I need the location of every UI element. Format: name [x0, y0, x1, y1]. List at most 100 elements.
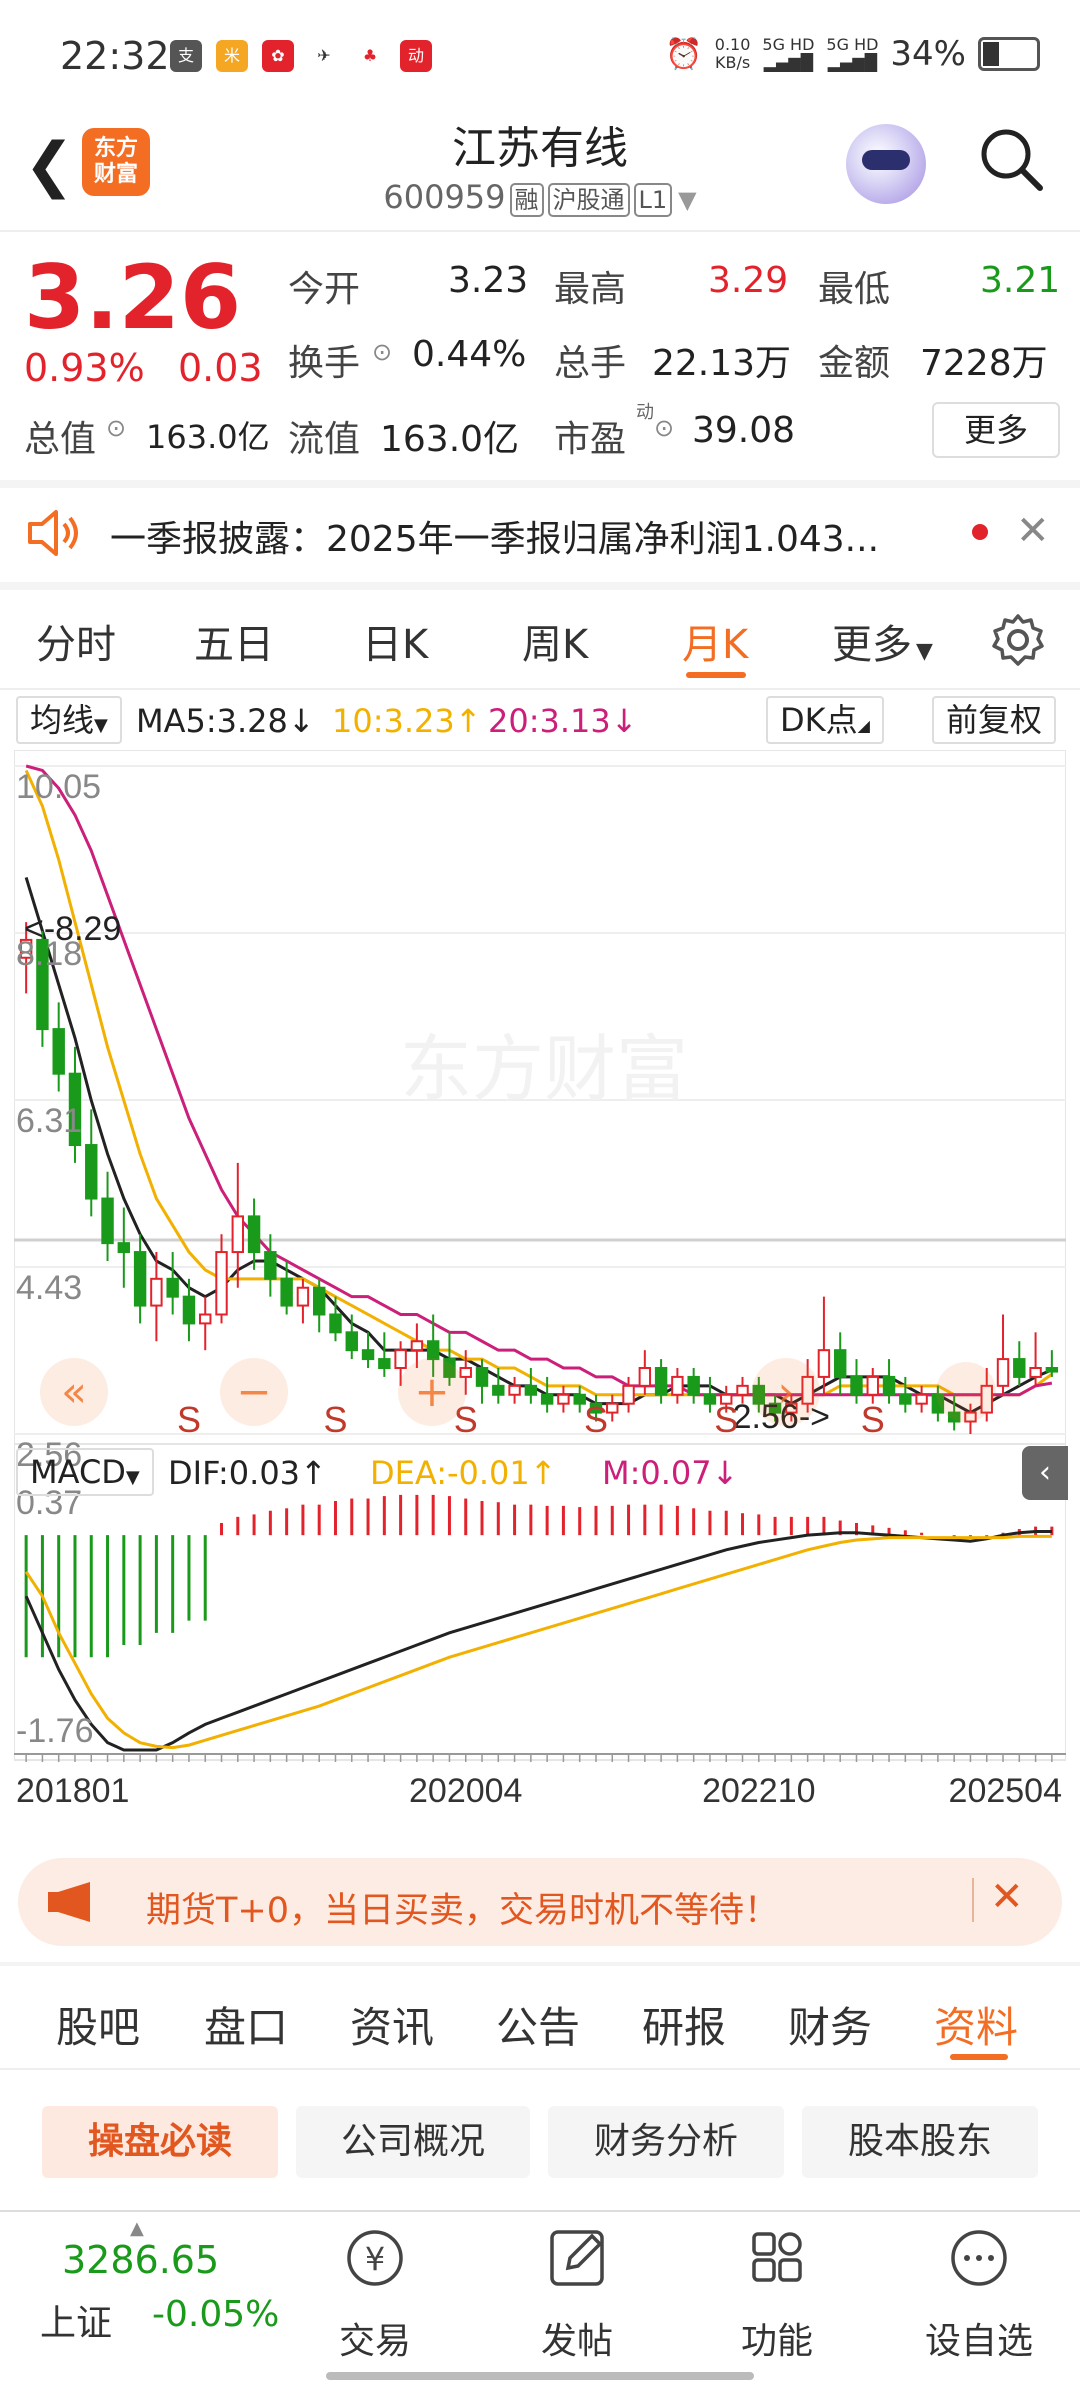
- more-button[interactable]: 更多: [932, 402, 1060, 458]
- macd-tick-label: -1.76: [16, 1712, 94, 1750]
- tab-weekly-k[interactable]: 周K: [522, 612, 588, 670]
- collapse-arrow-button[interactable]: ‹: [1022, 1446, 1068, 1500]
- candle-body: [296, 1286, 310, 1307]
- price-adjust-button[interactable]: 前复权: [932, 696, 1057, 744]
- signal-icon: 5G HD ▂▄▆█: [762, 35, 815, 72]
- info-icon[interactable]: ⊙: [654, 414, 674, 442]
- info-icon[interactable]: ⊙: [372, 338, 392, 366]
- net-speed: 0.10 KB/s: [714, 35, 751, 72]
- tab-intraday[interactable]: 分时: [36, 612, 116, 670]
- close-icon[interactable]: ✕: [990, 1874, 1024, 1920]
- tab-research[interactable]: 研报: [642, 1994, 726, 2055]
- tab-finance[interactable]: 财务: [788, 1994, 872, 2055]
- chevron-down-icon: ▼: [678, 186, 697, 214]
- time-tick-label: 202004: [409, 1772, 522, 1810]
- float-value: 163.0亿: [380, 419, 520, 460]
- nav-add-watchlist[interactable]: 设自选: [914, 2312, 1044, 2364]
- index-name: 上证: [40, 2303, 113, 2344]
- price-tick-label: 4.43: [16, 1269, 82, 1307]
- tab-more[interactable]: 更多 ▼: [832, 612, 933, 670]
- tab-daily-k[interactable]: 日K: [362, 612, 428, 670]
- tab-order-book[interactable]: 盘口: [204, 1994, 288, 2055]
- high-label: 最高: [554, 269, 627, 310]
- status-bar: 22:32 支 米 ✿ ✈ ♣ 动 ⏰ 0.10 KB/s 5G HD ▂▄▆█ 5…: [0, 0, 1080, 110]
- home-indicator: [326, 2372, 754, 2380]
- macd-dif-line: [24, 1530, 1052, 1752]
- candle-body: [850, 1375, 863, 1396]
- last-price: 3.26: [24, 246, 242, 349]
- time-axis-ticks: 201801 202004 202210 202504: [16, 1772, 1062, 1810]
- macd-panel: 0.37-1.76: [16, 1484, 1054, 1752]
- tab-profile[interactable]: 资料: [934, 1994, 1018, 2055]
- time-tick-label: 202210: [702, 1772, 815, 1810]
- candle-body: [736, 1384, 749, 1396]
- close-icon[interactable]: ✕: [1016, 508, 1050, 554]
- candle-body: [345, 1331, 358, 1352]
- nav-post[interactable]: 发帖: [512, 2312, 642, 2364]
- macd-toggle[interactable]: MACD▼: [16, 1448, 154, 1496]
- index-value[interactable]: 3286.65: [62, 2238, 219, 2282]
- tab-monthly-k[interactable]: 月K: [682, 612, 748, 670]
- turnover-label: 换手: [288, 343, 361, 384]
- candle-body: [557, 1393, 570, 1405]
- tab-five-day[interactable]: 五日: [194, 612, 274, 670]
- stock-code: 600959: [383, 178, 506, 216]
- candle-body: [199, 1313, 212, 1325]
- search-icon[interactable]: [976, 124, 1046, 194]
- pe-superscript: 动: [636, 402, 654, 423]
- divider: [972, 1878, 974, 1922]
- sell-signal-marker: S: [177, 1399, 201, 1440]
- sell-signal-marker: S: [861, 1399, 885, 1440]
- active-tab-indicator: [950, 2054, 1008, 2060]
- signal-icon: 5G HD ▂▄▆█: [826, 35, 879, 72]
- kline-chart[interactable]: 东方财富 10.058.186.314.432.56<-8.292.56-> 0…: [14, 750, 1066, 1842]
- trade-yen-icon[interactable]: ¥: [310, 2222, 440, 2292]
- open-value: 3.23: [448, 260, 529, 301]
- amount-value: 7228万: [920, 343, 1048, 384]
- open-label: 今开: [288, 269, 361, 310]
- candle-body: [394, 1349, 407, 1370]
- scroll-left-button[interactable]: «: [61, 1367, 87, 1416]
- post-edit-icon[interactable]: [512, 2222, 642, 2292]
- candle-body: [671, 1375, 684, 1396]
- ma-toggle[interactable]: 均线▼: [16, 696, 122, 744]
- notification-icons: 支 米 ✿ ✈ ♣ 动: [170, 40, 432, 72]
- low-label: 最低: [818, 269, 891, 310]
- candle-body: [312, 1286, 326, 1316]
- total-value: 163.0亿: [146, 418, 270, 456]
- functions-grid-icon[interactable]: [712, 2222, 842, 2292]
- chip-financial-analysis[interactable]: 财务分析: [548, 2106, 784, 2178]
- candle-body: [182, 1295, 196, 1325]
- candle-body: [329, 1313, 342, 1334]
- candle-body: [1013, 1358, 1026, 1378]
- candle-body: [117, 1242, 131, 1254]
- nav-trade[interactable]: 交易: [310, 2312, 440, 2364]
- dk-point-button[interactable]: DK点◢: [766, 696, 884, 744]
- time-tick-label: 202504: [949, 1772, 1062, 1810]
- tab-news[interactable]: 资讯: [350, 1994, 434, 2055]
- candle-body: [459, 1367, 472, 1378]
- zoom-in-button[interactable]: +: [414, 1367, 449, 1416]
- settings-gear-icon[interactable]: [990, 612, 1046, 668]
- info-icon[interactable]: ⊙: [106, 414, 126, 442]
- divider: [0, 688, 1080, 690]
- amount-label: 金额: [818, 343, 891, 384]
- more-dots-icon[interactable]: [914, 2222, 1044, 2292]
- zoom-out-button[interactable]: −: [236, 1367, 271, 1416]
- scroll-right-button[interactable]: ›: [778, 1367, 795, 1416]
- sell-signal-marker: S: [584, 1399, 608, 1440]
- pe-label: 市盈: [554, 419, 627, 460]
- app-notification-icon: 米: [216, 40, 248, 72]
- chevron-up-icon[interactable]: ▲: [130, 2218, 144, 2239]
- tab-forum[interactable]: 股吧: [56, 1994, 140, 2055]
- chip-company-overview[interactable]: 公司概况: [296, 2106, 530, 2178]
- chip-shareholders[interactable]: 股本股东: [802, 2106, 1038, 2178]
- app-notification-icon: ✿: [262, 40, 294, 72]
- time-tick-label: 201801: [16, 1772, 129, 1810]
- unread-dot: [972, 524, 988, 540]
- tab-announcements[interactable]: 公告: [496, 1994, 580, 2055]
- candle-body: [378, 1358, 391, 1370]
- nav-functions[interactable]: 功能: [712, 2312, 842, 2364]
- macd-dea-line: [24, 1534, 1052, 1750]
- chip-must-read[interactable]: 操盘必读: [42, 2106, 278, 2178]
